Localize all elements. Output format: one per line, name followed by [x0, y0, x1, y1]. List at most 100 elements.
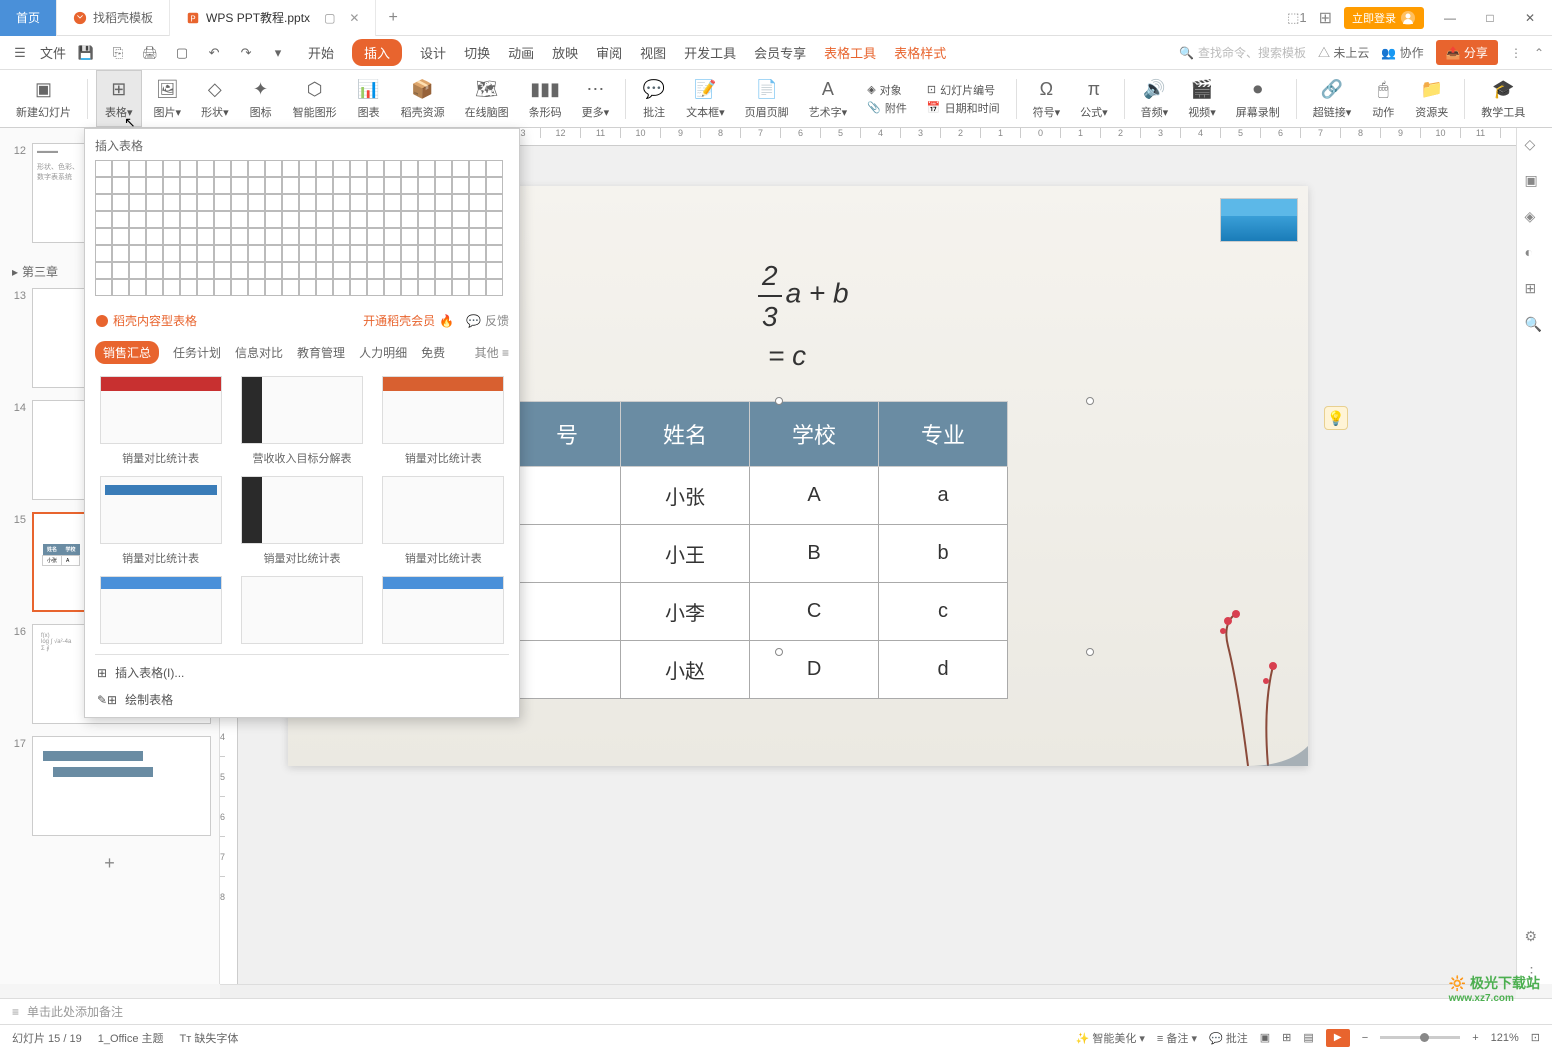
menu-tab-design[interactable]: 设计	[420, 39, 446, 66]
ribbon-barcode[interactable]: ▮▮▮条形码	[521, 70, 570, 127]
ribbon-comment[interactable]: 💬批注	[634, 70, 674, 127]
cat-tab-info[interactable]: 信息对比	[235, 344, 283, 361]
zoom-out-icon[interactable]: −	[1362, 1032, 1368, 1044]
lightbulb-icon[interactable]: 💡	[1324, 406, 1348, 430]
cat-tab-hr[interactable]: 人力明细	[359, 344, 407, 361]
theme-name[interactable]: 1_Office 主题	[98, 1030, 164, 1046]
ribbon-table[interactable]: ⊞表格▾	[96, 70, 142, 127]
template-item[interactable]: 销量对比统计表	[378, 376, 509, 466]
ribbon-audio[interactable]: 🔊音频▾	[1133, 70, 1177, 127]
view-sorter-icon[interactable]: ⊞	[1282, 1031, 1291, 1044]
ribbon-more[interactable]: ⋯更多▾	[574, 70, 618, 127]
more-icon[interactable]: ⋮	[1510, 46, 1522, 60]
ribbon-smartart[interactable]: ⬡智能图形	[285, 70, 345, 127]
ribbon-chart[interactable]: 📊图表	[349, 70, 389, 127]
table-cell[interactable]: C	[750, 583, 879, 641]
sidebar-color-icon[interactable]: ◐	[1525, 244, 1545, 264]
table-cell[interactable]: a	[879, 467, 1008, 525]
tab-home[interactable]: 首页	[0, 0, 57, 36]
table-cell[interactable]	[514, 525, 621, 583]
zoom-level[interactable]: 121%	[1491, 1032, 1519, 1044]
cat-tab-edu[interactable]: 教育管理	[297, 344, 345, 361]
hamburger-icon[interactable]: ☰	[8, 41, 32, 65]
undo-icon[interactable]: ↶	[202, 41, 226, 65]
template-item[interactable]	[95, 576, 226, 644]
ribbon-header-footer[interactable]: 📄页眉页脚	[737, 70, 797, 127]
sidebar-props-icon[interactable]: ⊞	[1525, 280, 1545, 300]
menu-tab-animation[interactable]: 动画	[508, 39, 534, 66]
cat-tab-sales[interactable]: 销售汇总	[95, 341, 159, 364]
open-vip-link[interactable]: 开通稻壳会员 🔥	[363, 312, 454, 329]
apps-icon[interactable]: ⊞	[1319, 8, 1332, 28]
menu-tab-dev[interactable]: 开发工具	[684, 39, 736, 66]
share-button[interactable]: 📤 分享	[1436, 40, 1498, 65]
table-cell[interactable]	[514, 467, 621, 525]
ribbon-equation[interactable]: π公式▾	[1072, 70, 1116, 127]
ribbon-action[interactable]: 🖱动作	[1363, 70, 1403, 127]
new-tab-button[interactable]: +	[376, 9, 409, 27]
ribbon-object[interactable]: ◈ 对象	[867, 82, 907, 98]
menu-tab-table-tools[interactable]: 表格工具	[824, 39, 876, 66]
table-cell[interactable]: 小李	[621, 583, 750, 641]
cat-tab-free[interactable]: 免费	[421, 344, 445, 361]
table-cell[interactable]: c	[879, 583, 1008, 641]
draw-table-option[interactable]: ✎⊞ 绘制表格	[95, 686, 509, 713]
ribbon-attachment[interactable]: 📎 附件	[867, 100, 907, 116]
table-header[interactable]: 专业	[879, 402, 1008, 467]
ribbon-hyperlink[interactable]: 🔗超链接▾	[1305, 70, 1360, 127]
comments-toggle[interactable]: 💬 批注	[1209, 1030, 1248, 1046]
table-cell[interactable]: 小赵	[621, 641, 750, 699]
menu-tab-start[interactable]: 开始	[308, 39, 334, 66]
ribbon-icon[interactable]: ✦图标	[241, 70, 281, 127]
notes-toggle[interactable]: ≡ 备注 ▾	[1157, 1030, 1197, 1046]
close-button[interactable]: ✕	[1516, 4, 1544, 32]
zoom-slider[interactable]	[1380, 1036, 1460, 1039]
missing-font[interactable]: Tт 缺失字体	[180, 1030, 239, 1046]
sidebar-search-icon[interactable]: 🔍	[1525, 316, 1545, 336]
table-cell[interactable]: A	[750, 467, 879, 525]
ribbon-new-slide[interactable]: ▣新建幻灯片	[8, 70, 79, 127]
beautify-button[interactable]: ✨ 智能美化 ▾	[1076, 1030, 1145, 1046]
ribbon-picture[interactable]: 🖼图片▾	[146, 70, 190, 127]
ribbon-teaching[interactable]: 🎓教学工具	[1473, 70, 1533, 127]
fit-icon[interactable]: ⊡	[1531, 1031, 1540, 1044]
table-cell[interactable]: b	[879, 525, 1008, 583]
template-item[interactable]: 销量对比统计表	[95, 376, 226, 466]
slide-thumb-17[interactable]	[32, 736, 211, 836]
template-item[interactable]	[378, 576, 509, 644]
sidebar-tools-icon[interactable]: ⚙	[1525, 928, 1545, 948]
menu-tab-insert[interactable]: 插入	[352, 39, 402, 66]
selection-handle[interactable]	[1086, 397, 1094, 405]
selection-handle[interactable]	[775, 397, 783, 405]
menu-tab-review[interactable]: 审阅	[596, 39, 622, 66]
formula-object[interactable]: 23a + b = c	[758, 256, 849, 377]
ribbon-resource[interactable]: 📁资源夹	[1407, 70, 1456, 127]
sidebar-select-icon[interactable]: ▣	[1525, 172, 1545, 192]
tab-menu-icon[interactable]: ▢	[324, 11, 335, 25]
dropdown-icon[interactable]: ▾	[266, 41, 290, 65]
template-item[interactable]: 销量对比统计表	[236, 476, 367, 566]
tab-docker-templates[interactable]: 找稻壳模板	[57, 0, 170, 36]
zoom-in-icon[interactable]: +	[1472, 1032, 1478, 1044]
ribbon-wordart[interactable]: A艺术字▾	[801, 70, 856, 127]
chevron-up-icon[interactable]: ⌃	[1534, 46, 1544, 60]
redo-icon[interactable]: ↷	[234, 41, 258, 65]
ribbon-video[interactable]: 🎬视频▾	[1180, 70, 1224, 127]
cat-tab-tasks[interactable]: 任务计划	[173, 344, 221, 361]
ribbon-slide-number[interactable]: ⊡ 幻灯片编号	[927, 82, 1000, 98]
menu-tab-transition[interactable]: 切换	[464, 39, 490, 66]
view-reading-icon[interactable]: ▤	[1303, 1031, 1313, 1044]
save-as-icon[interactable]: ⎘	[106, 41, 130, 65]
menu-tab-vip[interactable]: 会员专享	[754, 39, 806, 66]
menu-tab-table-style[interactable]: 表格样式	[894, 39, 946, 66]
table-header[interactable]: 号	[514, 402, 621, 467]
slide-table[interactable]: 号 姓名 学校 专业 小张Aa 小王Bb 小李Cc 小赵Dd	[513, 401, 1008, 699]
template-item[interactable]: 销量对比统计表	[95, 476, 226, 566]
horizontal-scrollbar[interactable]	[220, 984, 1516, 998]
ribbon-docker-res[interactable]: 📦稻壳资源	[393, 70, 453, 127]
ribbon-shape[interactable]: ◇形状▾	[193, 70, 237, 127]
menu-tab-view[interactable]: 视图	[640, 39, 666, 66]
file-menu[interactable]: 文件	[40, 43, 66, 62]
table-cell[interactable]	[514, 641, 621, 699]
ribbon-screen-record[interactable]: ⏺屏幕录制	[1228, 70, 1288, 127]
